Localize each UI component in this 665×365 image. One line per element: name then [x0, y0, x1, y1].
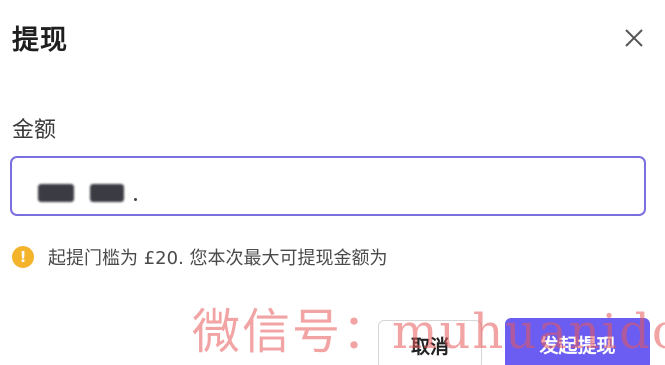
decimal-point — [134, 198, 137, 201]
warning-icon: ! — [12, 246, 34, 268]
dialog-title: 提现 — [12, 25, 68, 56]
close-icon — [625, 29, 643, 47]
redacted-value — [38, 184, 74, 202]
amount-label: 金额 — [12, 118, 57, 143]
redacted-value — [90, 184, 124, 202]
amount-input[interactable] — [10, 156, 646, 216]
submit-withdraw-button[interactable]: 发起提现 — [505, 318, 650, 365]
notice-text: 起提门槛为 £20. 您本次最大可提现金额为 — [48, 248, 388, 269]
withdraw-dialog: 提现 金额 ! 起提门槛为 £20. 您本次最大可提现金额为 取消 发起提现 微… — [0, 0, 665, 365]
threshold-notice: ! 起提门槛为 £20. 您本次最大可提现金额为 — [12, 244, 388, 270]
cancel-button[interactable]: 取消 — [378, 320, 482, 365]
close-button[interactable] — [618, 22, 650, 54]
